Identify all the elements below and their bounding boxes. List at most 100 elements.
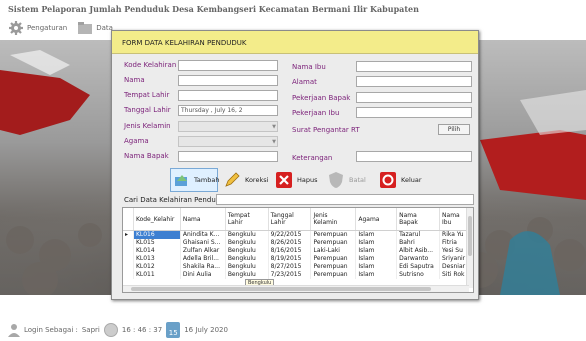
cell: Islam <box>355 247 398 255</box>
column-header[interactable]: Nama Bapak <box>396 208 441 231</box>
cell: Perempuan <box>310 239 357 247</box>
cell: Anindita K... <box>180 230 226 239</box>
tambah-label: Tambah <box>194 176 220 184</box>
dialog-title: FORM DATA KELAHIRAN PENDUDUK <box>122 39 247 47</box>
cell: 7/23/2015 <box>268 271 312 279</box>
label-keterangan: Keterangan <box>292 154 333 162</box>
label-pekerjaan-ibu: Pekerjaan Ibu <box>292 109 340 117</box>
cell: Perempuan <box>310 230 357 239</box>
label-agama: Agama <box>124 137 149 145</box>
label-tempat-lahir: Tempat Lahir <box>124 91 170 99</box>
cell: Shakila Ra... <box>180 263 226 271</box>
cell-kode: KL013 <box>133 255 181 263</box>
cell: Islam <box>355 230 398 239</box>
menu-pengaturan[interactable]: Pengaturan <box>8 20 67 36</box>
table-row[interactable]: KL012 Shakila Ra... Bengkulu 8/27/2015 P… <box>123 263 473 271</box>
agama-select[interactable]: ▼ <box>178 136 278 147</box>
pilih-button[interactable]: Pilih <box>438 124 470 135</box>
nama-field[interactable] <box>178 75 278 86</box>
tempat-lahir-field[interactable] <box>178 90 278 101</box>
column-header[interactable]: Agama <box>355 208 398 231</box>
top-menu: Pengaturan Data <box>8 20 113 36</box>
cell: Islam <box>355 255 398 263</box>
nama-ibu-field[interactable] <box>356 61 472 72</box>
scroll-thumb[interactable] <box>131 287 431 291</box>
koreksi-button[interactable]: Koreksi <box>222 168 268 192</box>
hapus-button[interactable]: Hapus <box>274 168 318 192</box>
cell: Adella Bril... <box>180 255 226 263</box>
row-indicator <box>123 239 134 247</box>
cell: Sutrisno <box>396 271 441 279</box>
login-label: Login Sebagai : <box>24 326 78 334</box>
cell: Islam <box>355 271 398 279</box>
gear-icon <box>9 21 23 35</box>
status-bar: Login Sebagai : Sapri 16 : 46 : 37 15 16… <box>8 322 228 338</box>
tanggal-lahir-value: Thursday , July 16, 2 <box>181 107 243 114</box>
date-display: 16 July 2020 <box>184 326 228 334</box>
tanggal-lahir-picker[interactable]: Thursday , July 16, 2 <box>178 105 278 116</box>
keterangan-field[interactable] <box>356 151 472 162</box>
cell: 8/26/2015 <box>268 239 312 247</box>
horizontal-scrollbar[interactable] <box>123 285 469 292</box>
column-header[interactable]: Jenis Kelamin <box>310 208 357 231</box>
user-name: Sapri <box>81 326 100 334</box>
shield-icon <box>326 170 346 190</box>
batal-label: Batal <box>349 176 366 184</box>
cell: 8/27/2015 <box>268 263 312 271</box>
search-input[interactable] <box>216 194 474 205</box>
table-row[interactable]: KL014 Zulfan Alkar Bengkulu 8/16/2015 La… <box>123 247 473 255</box>
cell-kode: KL011 <box>133 271 181 279</box>
table-row[interactable]: KL013 Adella Bril... Bengkulu 8/19/2015 … <box>123 255 473 263</box>
folder-icon <box>78 22 93 34</box>
cell: Darwanto <box>396 255 441 263</box>
chevron-down-icon: ▼ <box>272 124 276 130</box>
column-header[interactable]: Kode_Kelahir <box>133 208 181 231</box>
time-display: 16 : 46 : 37 <box>121 326 163 334</box>
cell-kode: KL015 <box>133 239 181 247</box>
label-alamat: Alamat <box>292 78 317 86</box>
cell: Bengkulu <box>225 263 269 271</box>
keluar-button[interactable]: Keluar <box>378 168 422 192</box>
tambah-button[interactable]: Tambah <box>170 168 220 192</box>
chevron-down-icon: ▼ <box>272 139 276 145</box>
batal-button[interactable]: Batal <box>326 168 366 192</box>
search-label: Cari Data Kelahiran Penduduk <box>124 196 229 204</box>
scroll-thumb[interactable] <box>468 216 472 256</box>
cell: Bengkulu <box>225 230 269 239</box>
nama-bapak-field[interactable] <box>178 151 278 162</box>
koreksi-label: Koreksi <box>245 176 269 184</box>
vertical-scrollbar[interactable] <box>466 208 473 288</box>
table-row[interactable]: ▸ KL016 Anindita K... Bengkulu 9/22/2015… <box>123 230 473 239</box>
label-tanggal-lahir: Tanggal Lahir <box>124 106 171 114</box>
clock-icon <box>103 323 118 337</box>
keluar-label: Keluar <box>401 176 422 184</box>
kode-kelahiran-field[interactable] <box>178 60 278 71</box>
cell: Islam <box>355 263 398 271</box>
cell: Perempuan <box>310 255 357 263</box>
data-grid[interactable]: Kode_Kelahir Nama Tempat Lahir Tanggal L… <box>122 207 474 293</box>
label-jenis-kelamin: Jenis Kelamin <box>124 122 171 130</box>
cell: Bengkulu <box>225 255 269 263</box>
label-kode-kelahiran: Kode Kelahiran <box>124 61 177 69</box>
pekerjaan-bapak-field[interactable] <box>356 92 472 103</box>
form-dialog: FORM DATA KELAHIRAN PENDUDUK Kode Kelahi… <box>111 30 479 300</box>
data-table: Kode_Kelahir Nama Tempat Lahir Tanggal L… <box>123 208 473 279</box>
table-row[interactable]: KL015 Ghaisani S... Bengkulu 8/26/2015 P… <box>123 239 473 247</box>
row-indicator <box>123 247 134 255</box>
calendar-icon: 15 <box>166 322 181 338</box>
table-row[interactable]: KL011 Dini Aulia Bengkulu 7/23/2015 Pere… <box>123 271 473 279</box>
jenis-kelamin-select[interactable]: ▼ <box>178 121 278 132</box>
menu-data[interactable]: Data <box>77 20 113 36</box>
delete-icon <box>274 170 294 190</box>
dialog-header: FORM DATA KELAHIRAN PENDUDUK <box>112 31 478 54</box>
app-title: Sistem Pelaporan Jumlah Penduduk Desa Ke… <box>8 4 419 14</box>
label-nama: Nama <box>124 76 145 84</box>
user-icon <box>8 324 20 337</box>
column-header[interactable]: Tempat Lahir <box>225 208 269 231</box>
pekerjaan-ibu-field[interactable] <box>356 107 472 118</box>
alamat-field[interactable] <box>356 76 472 87</box>
column-header[interactable]: Nama <box>180 208 226 231</box>
column-header[interactable]: Tanggal Lahir <box>268 208 312 231</box>
row-indicator <box>123 271 134 279</box>
cell: Islam <box>355 239 398 247</box>
